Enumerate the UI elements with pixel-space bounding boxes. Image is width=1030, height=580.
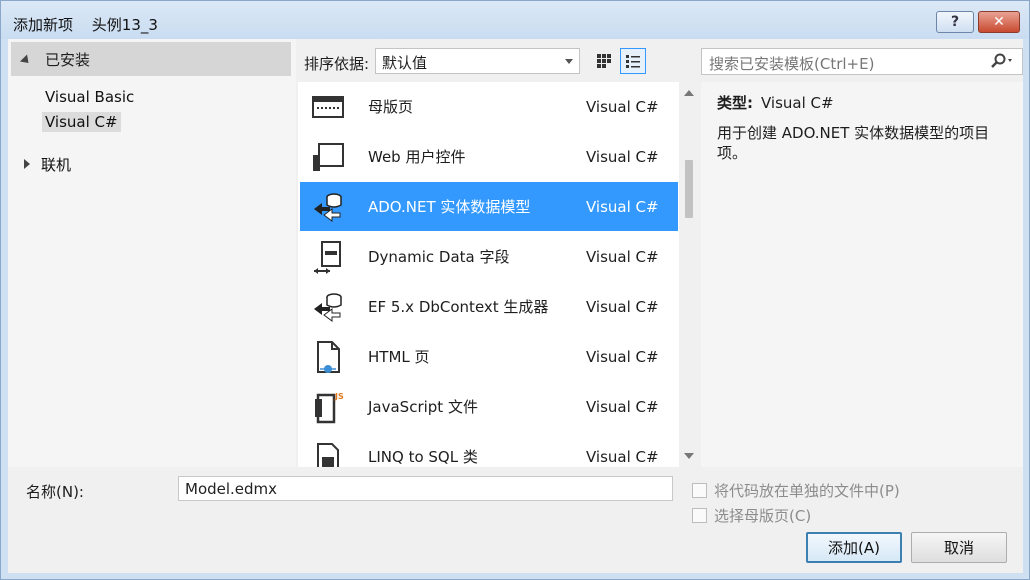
- template-language: Visual C#: [586, 447, 659, 466]
- dynamic-data-icon: [314, 240, 341, 274]
- collapsed-arrow-icon[interactable]: [24, 159, 30, 169]
- title-bar: 添加新项 头例13_3 ? ✕: [1, 1, 1029, 39]
- dialog-footer: 名称(N): Model.edmx 将代码放在单独的文件中(P) 选择母版页(C…: [8, 467, 1023, 573]
- window-title: 添加新项 头例13_3: [13, 14, 158, 35]
- search-placeholder: 搜索已安装模板(Ctrl+E): [709, 55, 875, 73]
- web-user-control-icon: [313, 142, 344, 171]
- tree-item-visual-csharp[interactable]: Visual C#: [42, 112, 121, 132]
- template-language: Visual C#: [586, 147, 659, 166]
- template-language: Visual C#: [586, 197, 659, 216]
- add-button[interactable]: 添加(A): [806, 532, 902, 563]
- list-item-selected[interactable]: ADO.NET 实体数据模型 Visual C#: [300, 182, 678, 231]
- template-name: Dynamic Data 字段: [368, 248, 510, 266]
- sort-label: 排序依据:: [304, 55, 370, 73]
- tree-header-label: 已安装: [45, 50, 91, 69]
- template-type-row: 类型: Visual C#: [717, 92, 1007, 113]
- grid-view-icon: [597, 54, 611, 68]
- template-name: EF 5.x DbContext 生成器: [368, 298, 549, 316]
- dbcontext-icon: [314, 292, 342, 322]
- list-item[interactable]: EF 5.x DbContext 生成器 Visual C#: [300, 282, 678, 331]
- list-view-icon: [626, 55, 640, 68]
- template-language: Visual C#: [586, 247, 659, 266]
- type-label: 类型:: [717, 94, 753, 112]
- sort-select[interactable]: 默认值: [375, 48, 580, 74]
- list-item[interactable]: Dynamic Data 字段 Visual C#: [300, 232, 678, 281]
- project-name: 头例13_3: [91, 16, 158, 34]
- master-page-icon: [312, 95, 344, 118]
- scroll-up-arrow-icon[interactable]: [684, 90, 694, 96]
- entity-model-icon: [314, 192, 342, 222]
- template-search-input[interactable]: 搜索已安装模板(Ctrl+E): [701, 48, 1023, 75]
- separate-file-checkbox[interactable]: [692, 483, 707, 498]
- template-name: LINQ to SQL 类: [368, 448, 478, 466]
- master-page-option[interactable]: 选择母版页(C): [692, 505, 811, 526]
- template-name: HTML 页: [368, 348, 430, 366]
- tree-item-online[interactable]: 联机: [41, 154, 71, 175]
- tree-item-visual-basic[interactable]: Visual Basic: [45, 88, 134, 106]
- list-item[interactable]: HTML 页 Visual C#: [300, 332, 678, 381]
- help-button[interactable]: ?: [936, 11, 974, 33]
- template-language: Visual C#: [586, 97, 659, 116]
- linq-sql-icon: [317, 442, 339, 467]
- template-language: Visual C#: [586, 297, 659, 316]
- template-language: Visual C#: [586, 347, 659, 366]
- template-name: ADO.NET 实体数据模型: [368, 198, 531, 216]
- template-name: JavaScript 文件: [368, 398, 478, 416]
- chevron-down-icon: [565, 59, 573, 64]
- expanded-arrow-icon: [19, 53, 33, 67]
- name-input[interactable]: Model.edmx: [178, 476, 673, 501]
- list-item[interactable]: 母版页 Visual C#: [300, 82, 678, 131]
- master-page-checkbox[interactable]: [692, 508, 707, 523]
- close-button[interactable]: ✕: [978, 11, 1020, 33]
- separate-file-label: 将代码放在单独的文件中(P): [714, 482, 900, 500]
- separate-file-option[interactable]: 将代码放在单独的文件中(P): [692, 480, 900, 501]
- template-info-pane: 类型: Visual C# 用于创建 ADO.NET 实体数据模型的项目项。: [701, 82, 1023, 467]
- master-page-label: 选择母版页(C): [714, 507, 812, 525]
- small-icons-view-button[interactable]: [591, 48, 617, 74]
- sort-select-value: 默认值: [382, 54, 428, 72]
- name-label: 名称(N):: [26, 483, 84, 501]
- template-language: Visual C#: [586, 397, 659, 416]
- cancel-button[interactable]: 取消: [911, 532, 1007, 563]
- svg-text:JS: JS: [334, 392, 344, 401]
- list-scrollbar[interactable]: [679, 82, 699, 467]
- tree-header-installed[interactable]: 已安装: [11, 42, 291, 76]
- html-page-icon: [317, 340, 340, 373]
- scroll-down-arrow-icon[interactable]: [684, 453, 694, 459]
- template-name: 母版页: [368, 98, 414, 116]
- list-item[interactable]: JS JavaScript 文件 Visual C#: [300, 382, 678, 431]
- template-tree: 已安装 Visual Basic Visual C# 联机: [8, 39, 296, 467]
- template-name: Web 用户控件: [368, 148, 466, 166]
- add-new-item-dialog: 添加新项 头例13_3 ? ✕ 已安装 Visual Basic Visual …: [0, 0, 1030, 580]
- type-value: Visual C#: [761, 94, 834, 112]
- list-item[interactable]: LINQ to SQL 类 Visual C#: [300, 432, 678, 467]
- template-list: 母版页 Visual C# Web 用户控件 Visual C# ADO.NET…: [298, 82, 699, 467]
- dialog-title: 添加新项: [13, 16, 74, 34]
- template-description: 用于创建 ADO.NET 实体数据模型的项目项。: [717, 124, 990, 162]
- details-view-button[interactable]: [620, 48, 646, 74]
- list-item[interactable]: Web 用户控件 Visual C#: [300, 132, 678, 181]
- search-icon[interactable]: [990, 53, 1014, 69]
- javascript-file-icon: JS: [315, 392, 344, 423]
- dialog-content: 已安装 Visual Basic Visual C# 联机 排序依据: 默认值: [8, 39, 1023, 573]
- scroll-thumb[interactable]: [685, 160, 693, 218]
